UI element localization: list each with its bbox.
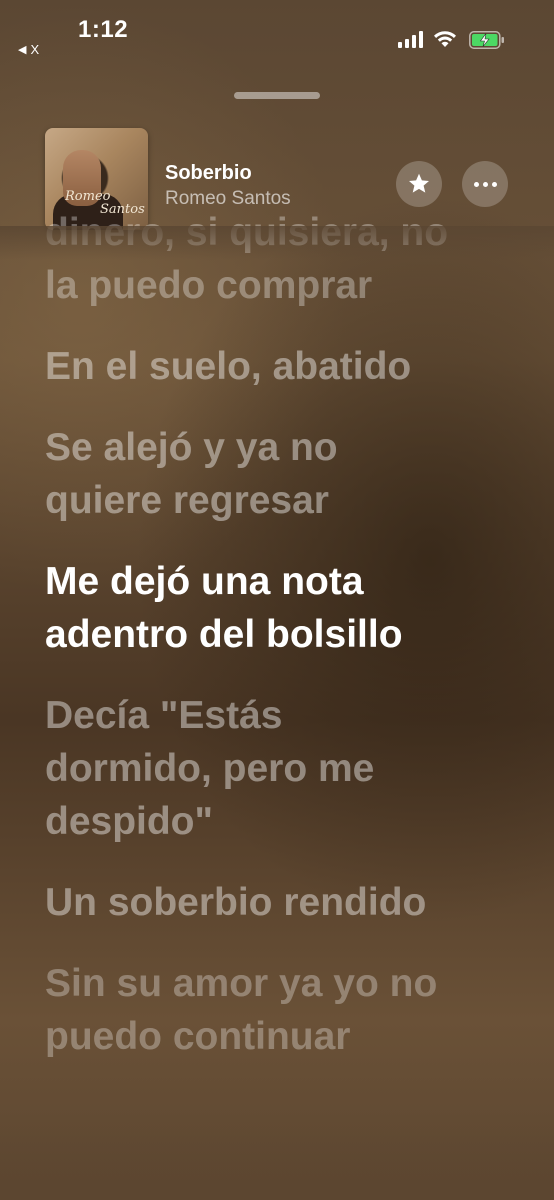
back-triangle-icon: ◀	[18, 44, 27, 56]
ellipsis-icon	[473, 181, 497, 187]
lyrics-top-fade	[0, 226, 554, 260]
lyrics-list[interactable]: dinero, si quisiera, no la puedo comprar…	[45, 211, 525, 1091]
favorite-button[interactable]	[396, 161, 442, 207]
star-icon	[409, 173, 429, 193]
song-title: Soberbio	[165, 162, 252, 184]
battery-charging-icon	[469, 31, 504, 49]
lyric-line[interactable]: Decía "Estás dormido, pero me despido"	[45, 689, 525, 848]
lyrics-bottom-fade	[0, 1120, 554, 1200]
back-app-label: X	[30, 42, 40, 57]
lyric-line[interactable]: Sin su amor ya yo no puedo continuar	[45, 957, 525, 1063]
cellular-signal-icon	[398, 30, 426, 48]
status-time: 1:12	[78, 16, 129, 43]
lyric-line[interactable]: Se alejó y ya no quiere regresar	[45, 421, 525, 527]
status-bar: 1:12 ◀ X	[0, 0, 554, 70]
lyric-line[interactable]: Un soberbio rendido	[45, 876, 525, 929]
lyric-line[interactable]: En el suelo, abatido	[45, 340, 525, 393]
wifi-icon	[434, 31, 456, 47]
sheet-grabber-handle[interactable]	[234, 92, 320, 99]
lyric-line-current[interactable]: Me dejó una nota adentro del bolsillo	[45, 555, 525, 661]
more-options-button[interactable]	[462, 161, 508, 207]
back-to-app-link[interactable]: ◀ X	[18, 42, 39, 57]
